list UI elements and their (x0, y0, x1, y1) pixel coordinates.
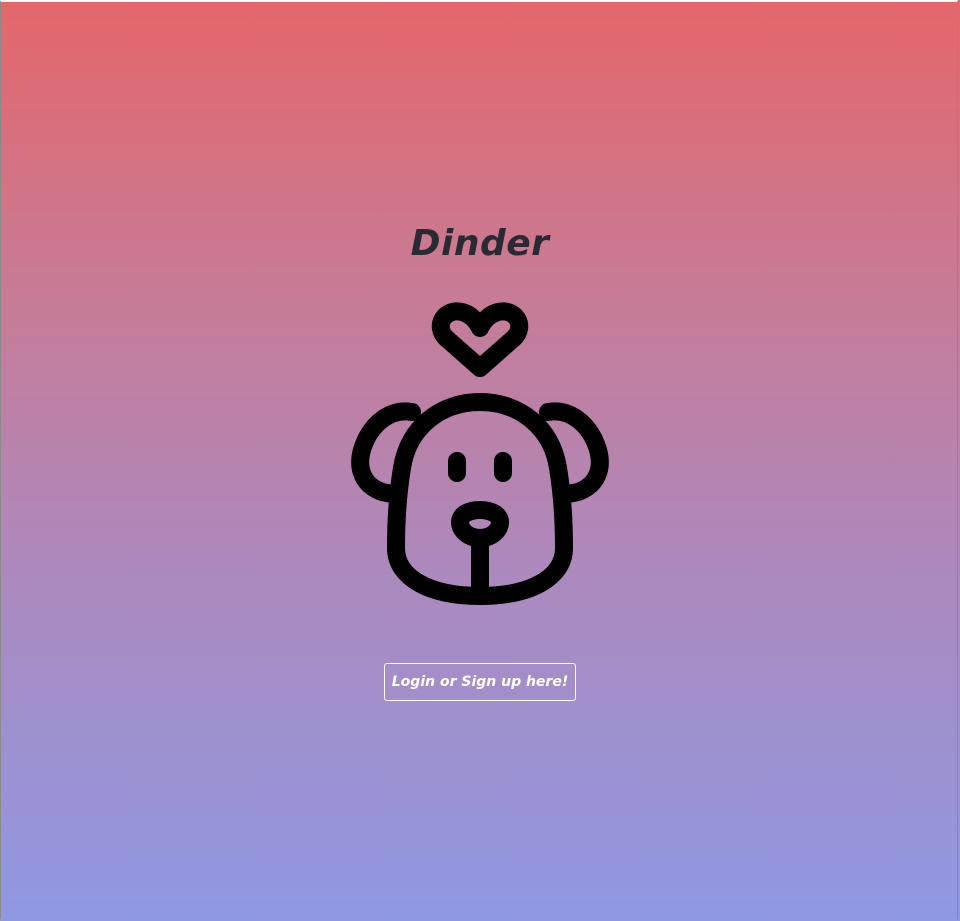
app-title: Dinder (410, 223, 550, 264)
dog-with-heart-icon (351, 302, 609, 605)
login-signup-button[interactable]: Login or Sign up here! (384, 663, 576, 701)
